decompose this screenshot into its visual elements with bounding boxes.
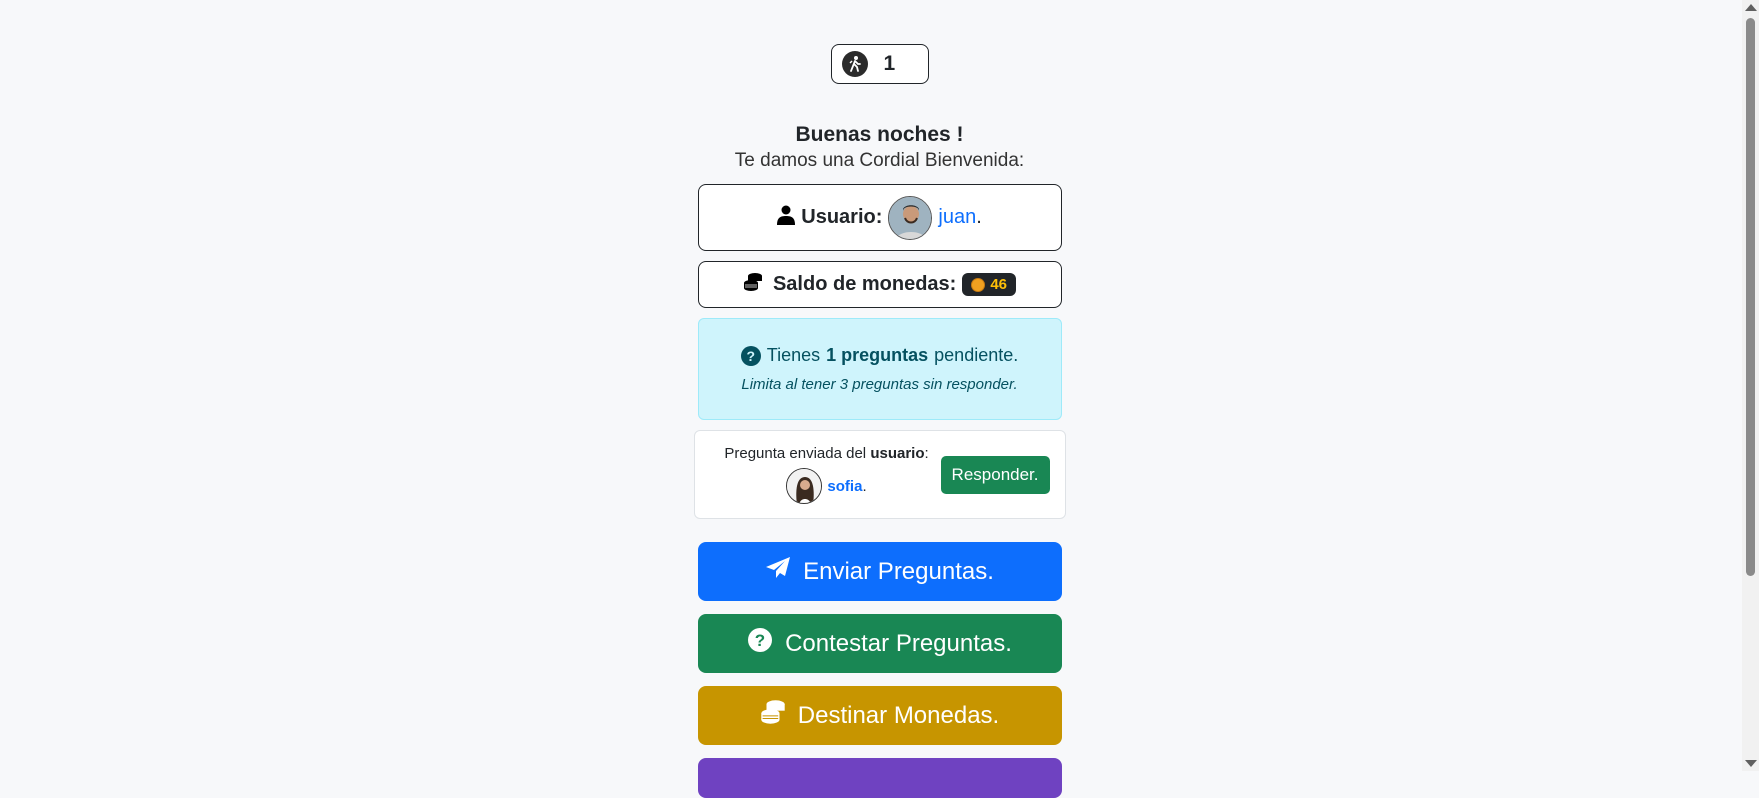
coins-stack-icon	[743, 272, 763, 298]
respond-button[interactable]: Responder.	[940, 455, 1050, 494]
paper-plane-icon	[765, 556, 791, 587]
coin-icon	[971, 277, 986, 292]
coins-amount: 46	[990, 276, 1008, 293]
scroll-down-icon[interactable]	[1745, 760, 1757, 767]
pending-prefix: Tienes	[766, 345, 821, 365]
pending-count: 1 preguntas	[826, 345, 929, 365]
question-circle-icon: ?	[747, 627, 773, 660]
question-circle-icon: ?	[740, 345, 761, 366]
question-sender-text: Pregunta enviada del usuario:	[724, 445, 929, 462]
scrollbar[interactable]	[1742, 0, 1759, 771]
greeting-subtitle: Te damos una Cordial Bienvenida:	[734, 150, 1025, 171]
coins-label: Saldo de monedas:	[772, 273, 957, 295]
user-label: Usuario:	[801, 206, 883, 228]
pending-note: Limita al tener 3 preguntas sin responde…	[741, 376, 1018, 393]
coins-card: Saldo de monedas: 46	[697, 261, 1062, 308]
purple-action-button[interactable]	[697, 758, 1062, 798]
level-badge: 1	[830, 44, 929, 84]
question-card: Pregunta enviada del usuario: sofia. Res…	[693, 430, 1066, 519]
send-questions-button[interactable]: Enviar Preguntas.	[697, 542, 1062, 601]
answer-questions-button[interactable]: ? Contestar Preguntas.	[697, 614, 1062, 673]
user-card: Usuario: juan.	[697, 184, 1062, 251]
sender-name[interactable]: sofia.	[827, 478, 866, 495]
greeting: Buenas noches ! Te damos una Cordial Bie…	[630, 122, 1130, 174]
assign-coins-button[interactable]: Destinar Monedas.	[697, 686, 1062, 745]
coins-stack-icon	[760, 699, 786, 732]
send-questions-label: Enviar Preguntas.	[803, 557, 994, 585]
assign-coins-label: Destinar Monedas.	[797, 701, 1000, 729]
scroll-up-icon[interactable]	[1745, 4, 1757, 11]
answer-questions-label: Contestar Preguntas.	[785, 629, 1012, 657]
greeting-title: Buenas noches !	[795, 123, 964, 146]
svg-text:?: ?	[755, 631, 765, 650]
pending-suffix: pendiente.	[934, 345, 1019, 365]
level-value: 1	[883, 52, 896, 75]
sender-avatar	[786, 468, 823, 504]
user-avatar	[888, 195, 933, 240]
user-name[interactable]: juan.	[938, 206, 981, 229]
coins-badge: 46	[962, 273, 1017, 296]
hiker-icon	[841, 51, 868, 77]
user-icon	[777, 205, 796, 231]
pending-alert: ? Tienes 1 preguntas pendiente. Limita a…	[697, 318, 1062, 420]
scroll-thumb[interactable]	[1746, 18, 1755, 576]
